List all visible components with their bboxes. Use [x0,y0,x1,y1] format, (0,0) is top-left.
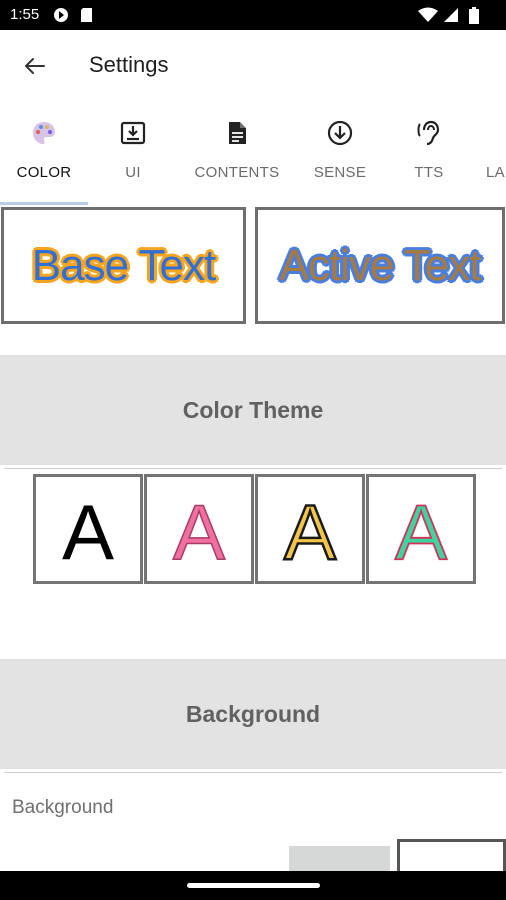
tab-label: CONTENTS [194,164,280,181]
svg-text:A: A [62,489,114,569]
app-bar: Settings [0,30,506,100]
divider [4,468,502,469]
color-theme-header: Color Theme [0,355,506,465]
divider [4,772,502,773]
location-notification-icon [54,8,68,22]
battery-icon [469,7,479,24]
tab-ui[interactable]: UI [88,100,178,205]
color-theme-option-pink[interactable]: A [144,474,254,584]
letter-a-icon: A [172,489,226,569]
arrow-back-icon[interactable] [18,50,50,82]
hearing-icon [417,120,440,146]
background-header: Background [0,659,506,769]
base-text-preview[interactable]: Base Text [1,207,246,324]
color-theme-option-green[interactable]: A [366,474,476,584]
document-icon [229,122,246,144]
tab-sense[interactable]: SENSE [302,100,378,205]
settings-tabs: COLOR UI CONTENTS SENSE TTS LA [0,100,506,205]
page-title: Settings [89,52,169,77]
tab-label: TTS [414,164,444,181]
active-text-preview[interactable]: Active Text [255,207,505,324]
system-nav-bar [0,871,506,900]
color-theme-option-black[interactable]: A [33,474,143,584]
color-theme-options: A A A A [33,474,476,584]
status-time: 1:55 [10,6,40,23]
wifi-icon [418,7,438,22]
base-text-sample: Base Text [31,240,216,290]
tab-label: UI [125,164,141,181]
background-label: Background [12,797,114,818]
sim-card-icon [81,8,92,22]
tab-label: LA [486,164,505,181]
tab-tts[interactable]: TTS [396,100,462,205]
letter-a-icon: A [62,489,114,569]
svg-text:A: A [395,489,447,569]
svg-text:A: A [284,489,336,569]
tab-label: SENSE [313,164,367,181]
letter-a-icon: A [394,489,448,569]
letter-a-icon: A [283,489,338,569]
download-box-icon [120,121,146,145]
home-gesture-handle[interactable] [187,883,320,888]
arrow-down-circle-icon [327,120,353,146]
status-bar: 1:55 [0,0,506,30]
tab-la[interactable]: LA [486,100,506,205]
color-theme-option-yellow[interactable]: A [255,474,365,584]
tab-label: COLOR [16,164,72,181]
tab-color[interactable]: COLOR [0,100,88,205]
tab-contents[interactable]: CONTENTS [188,100,286,205]
palette-icon [33,122,55,144]
cell-signal-icon [444,8,458,22]
svg-text:A: A [173,489,225,569]
text-preview: Base Text Active Text [0,205,506,329]
active-text-sample: Active Text [279,240,482,290]
